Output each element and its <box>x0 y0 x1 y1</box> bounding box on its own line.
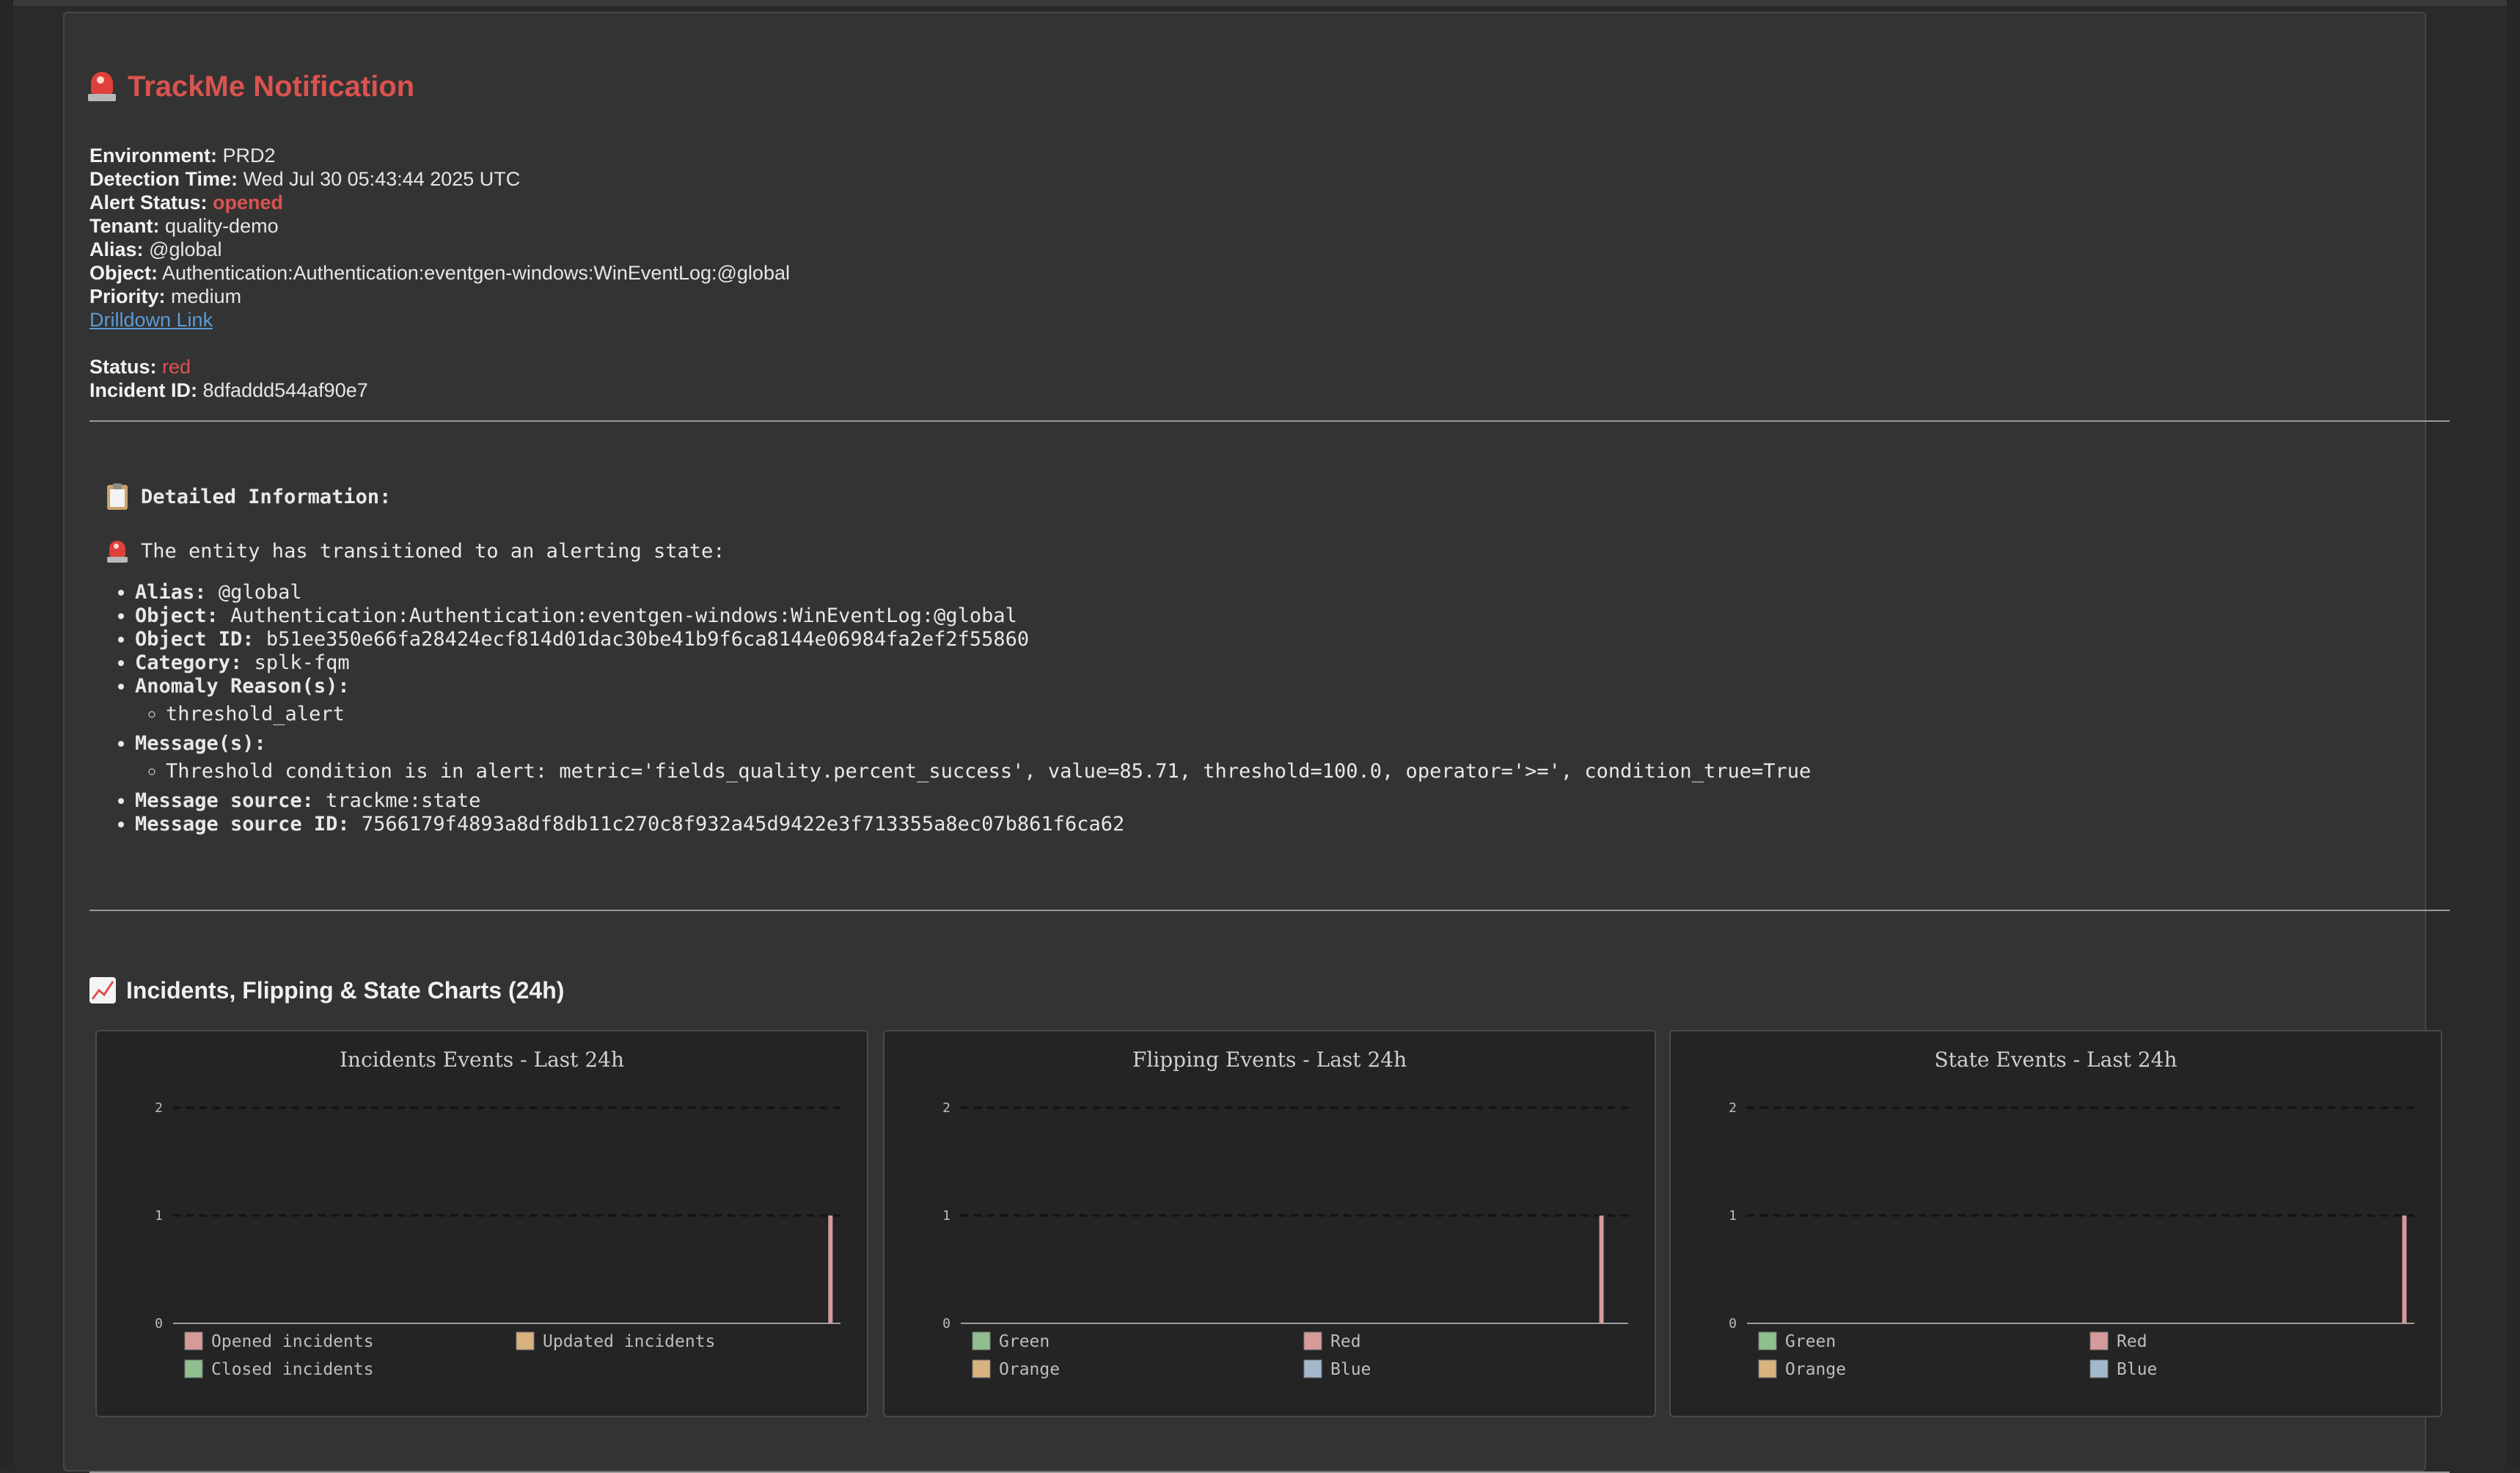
legend-swatch <box>972 1359 991 1378</box>
field-alert-status: Alert Status: opened <box>89 191 284 213</box>
legend-label: Closed incidents <box>211 1360 374 1379</box>
field-alias: Alias: @global <box>89 238 222 260</box>
legend-swatch <box>184 1359 203 1378</box>
field-status: Status: red <box>89 356 191 378</box>
drilldown-link[interactable]: Drilldown Link <box>89 309 213 331</box>
right-margin <box>2507 0 2520 1466</box>
y-tick-label: 0 <box>942 1316 951 1331</box>
legend-swatch <box>1758 1359 1777 1378</box>
legend-swatch <box>184 1331 203 1350</box>
list-item: Alias: @global <box>135 581 1811 604</box>
field-detection-time: Detection Time: Wed Jul 30 05:43:44 2025… <box>89 168 521 190</box>
field-tenant: Tenant: quality-demo <box>89 215 279 237</box>
charts-header: Incidents, Flipping & State Charts (24h) <box>89 974 564 1006</box>
y-tick-label: 1 <box>942 1208 951 1224</box>
list-item: Anomaly Reason(s): threshold_alert <box>135 675 1811 726</box>
chart-title: State Events - Last 24h <box>1934 1048 2177 1072</box>
y-tick-label: 2 <box>1729 1100 1737 1116</box>
list-item: Message source ID: 7566179f4893a8df8db11… <box>135 813 1811 836</box>
flipping-chart: Flipping Events - Last 24h 0 1 2 Green Red Ora… <box>942 1048 1628 1379</box>
legend-label: Red <box>2117 1332 2147 1351</box>
left-margin <box>0 0 13 1466</box>
y-tick-label: 2 <box>942 1100 951 1116</box>
list-item: Object ID: b51ee350e66fa28424ecf814d01da… <box>135 628 1811 651</box>
legend-label: Blue <box>2117 1360 2157 1379</box>
legend-label: Green <box>1785 1332 1836 1351</box>
legend-swatch <box>516 1331 535 1350</box>
notification-title: TrackMe Notification <box>88 65 414 109</box>
legend-label: Green <box>999 1332 1050 1351</box>
y-tick-label: 0 <box>1729 1316 1737 1331</box>
y-tick-label: 2 <box>155 1100 163 1116</box>
detail-list: Alias: @global Object: Authentication:Au… <box>107 581 1811 836</box>
summary-fields: Environment: PRD2 Detection Time: Wed Ju… <box>89 144 790 402</box>
field-priority: Priority: medium <box>89 285 242 307</box>
status-value: red <box>162 356 191 378</box>
divider <box>89 910 2450 911</box>
notification-card: TrackMe Notification Environment: PRD2 D… <box>63 12 2450 1473</box>
bar-red <box>1599 1216 1604 1323</box>
legend-label: Red <box>1330 1332 1361 1351</box>
detail-header: Detailed Information: <box>107 483 1811 512</box>
chart-panel-incidents: Incidents Events - Last 24h 0 1 2 Opened inc… <box>95 1030 868 1417</box>
legend-label: Orange <box>999 1360 1060 1379</box>
legend-swatch <box>1758 1331 1777 1350</box>
chart-title: Flipping Events - Last 24h <box>1132 1048 1407 1072</box>
detail-intro: The entity has transitioned to an alerti… <box>107 537 1811 566</box>
title-text: TrackMe Notification <box>128 70 415 103</box>
legend-swatch <box>2089 1331 2109 1350</box>
detailed-information: Detailed Information: The entity has tra… <box>107 483 1811 836</box>
legend-swatch <box>1303 1331 1322 1350</box>
list-item: Object: Authentication:Authentication:ev… <box>135 604 1811 628</box>
legend-label: Opened incidents <box>211 1332 374 1351</box>
y-tick-label: 0 <box>155 1316 163 1331</box>
siren-icon <box>88 70 116 103</box>
chart-panel-state: State Events - Last 24h 0 1 2 Green Red Orange… <box>1669 1030 2442 1417</box>
alert-status-value: opened <box>213 191 284 213</box>
legend-label: Updated incidents <box>543 1332 715 1351</box>
bar-opened-incidents <box>828 1216 833 1323</box>
field-incident-id: Incident ID: 8dfaddd544af90e7 <box>89 379 368 401</box>
top-border <box>0 0 2520 6</box>
clipboard-icon <box>107 483 128 510</box>
chart-increasing-icon <box>89 977 116 1004</box>
incidents-chart: Incidents Events - Last 24h 0 1 2 Opened inc… <box>155 1048 840 1379</box>
field-environment: Environment: PRD2 <box>89 145 276 167</box>
field-object: Object: Authentication:Authentication:ev… <box>89 262 790 284</box>
message-text: Threshold condition is in alert: metric=… <box>166 760 1811 783</box>
legend-swatch <box>1303 1359 1322 1378</box>
list-item: Message source: trackme:state <box>135 789 1811 813</box>
y-tick-label: 1 <box>1729 1208 1737 1224</box>
anomaly-reason: threshold_alert <box>166 703 1811 726</box>
legend-label: Blue <box>1330 1360 1371 1379</box>
legend-label: Orange <box>1785 1360 1846 1379</box>
siren-icon <box>107 540 128 563</box>
state-chart: State Events - Last 24h 0 1 2 Green Red Orange… <box>1729 1048 2414 1379</box>
legend-swatch <box>2089 1359 2109 1378</box>
list-item: Message(s): Threshold condition is in al… <box>135 732 1811 783</box>
chart-title: Incidents Events - Last 24h <box>340 1048 624 1072</box>
y-tick-label: 1 <box>155 1208 163 1224</box>
legend-swatch <box>972 1331 991 1350</box>
chart-panel-flipping: Flipping Events - Last 24h 0 1 2 Green Red Ora… <box>883 1030 1656 1417</box>
divider <box>89 420 2450 422</box>
bar-red <box>2402 1216 2407 1323</box>
list-item: Category: splk-fqm <box>135 651 1811 675</box>
